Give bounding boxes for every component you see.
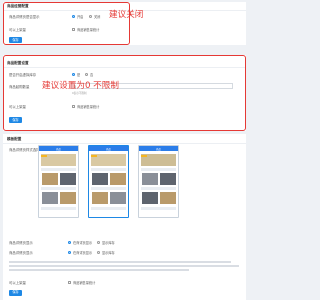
radio-show-stock[interactable] (97, 250, 100, 254)
annotation-text-1: 建议关闭 (109, 10, 144, 20)
preview-badge (141, 155, 147, 157)
preview-image (160, 173, 176, 185)
preview-header-title: 商品 (106, 147, 111, 151)
description-line (9, 265, 239, 267)
preview-image (60, 192, 76, 204)
preview-badge (41, 155, 47, 157)
sales-checkbox-label: 商品销售量统计 (73, 281, 96, 285)
description-line (9, 261, 231, 263)
preview-image (60, 173, 76, 185)
save-button[interactable]: 保存 (9, 290, 22, 296)
radio-show-stock-label: 显示库存 (102, 251, 115, 255)
preview-header: 商品 (139, 146, 178, 151)
preview-image (160, 192, 176, 204)
highlight-box-1 (3, 2, 130, 45)
preview-row (141, 168, 176, 171)
radio-show-detail[interactable] (68, 240, 71, 244)
row-label: 商品详情页显示 (9, 251, 33, 255)
row-label: 可以上架量 (9, 281, 26, 285)
description-line (9, 269, 189, 271)
preview-row (141, 207, 176, 210)
row-label: 商品详情页显示 (9, 241, 33, 245)
preview-image (110, 192, 126, 204)
row-label: 商品详情页样式选择 (9, 148, 40, 152)
template-preview-3[interactable]: 商品 (138, 145, 179, 218)
preview-badge (91, 155, 97, 157)
radio-show-stock-label: 显示库存 (102, 241, 115, 245)
radio-show-detail-label: 在商详页显示 (73, 241, 93, 245)
preview-image (42, 173, 58, 185)
preview-image (92, 192, 108, 204)
preview-row (91, 207, 126, 210)
preview-row (41, 187, 76, 190)
section-title: 模板配置 (7, 137, 22, 141)
divider (3, 143, 246, 144)
preview-image (92, 173, 108, 185)
preview-row (91, 187, 126, 190)
sales-checkbox[interactable] (68, 280, 72, 284)
annotation-text-2: 建议设置为0 不限制 (42, 81, 119, 91)
radio-show-detail-label: 在商详页显示 (73, 251, 93, 255)
highlight-box-2 (3, 55, 246, 131)
preview-row (41, 207, 76, 210)
preview-row (41, 168, 76, 171)
preview-header-title: 商品 (156, 147, 161, 151)
preview-header: 商品 (39, 146, 78, 151)
preview-image (42, 192, 58, 204)
preview-header: 商品 (89, 146, 128, 151)
preview-image (110, 173, 126, 185)
preview-header-title: 商品 (56, 147, 61, 151)
preview-image (142, 173, 158, 185)
preview-image (142, 192, 158, 204)
template-preview-1[interactable]: 商品 (38, 145, 79, 218)
radio-show-stock[interactable] (97, 240, 100, 244)
preview-row (91, 168, 126, 171)
template-preview-2[interactable]: 商品 (88, 145, 129, 218)
radio-show-detail[interactable] (68, 250, 71, 254)
preview-row (141, 187, 176, 190)
